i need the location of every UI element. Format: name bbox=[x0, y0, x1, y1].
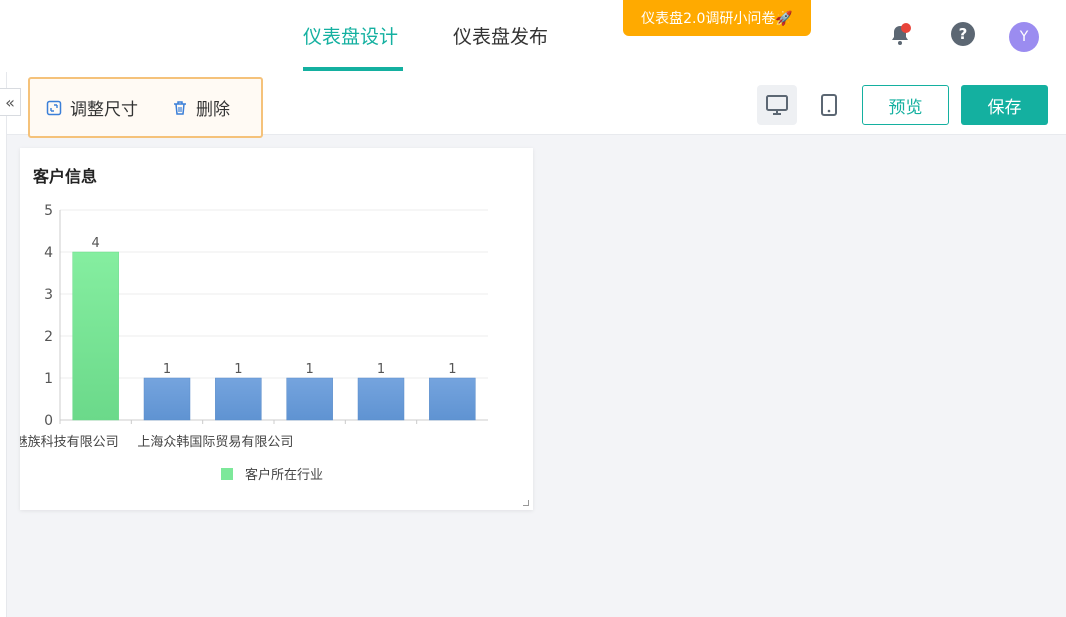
bar bbox=[429, 377, 476, 421]
monitor-icon bbox=[766, 95, 788, 115]
bar bbox=[357, 377, 405, 421]
avatar[interactable]: Y bbox=[1009, 22, 1039, 52]
y-tick-label: 4 bbox=[44, 245, 53, 261]
data-label: 1 bbox=[234, 362, 242, 377]
notification-dot bbox=[901, 23, 911, 33]
bar bbox=[143, 377, 191, 421]
preview-button[interactable]: 预览 bbox=[862, 85, 949, 125]
customer-info-widget[interactable]: 客户信息 0 1 2 3 4 5 4 1 1 1 1 1 魅族科技有限公司 上海众韩国际贸易有限公司 客户所… bbox=[20, 148, 533, 510]
data-label: 1 bbox=[306, 362, 314, 377]
bar-chart: 0 1 2 3 4 5 4 1 1 1 1 1 魅族科技有限公司 上海众韩国际贸易有限公司客户所在行业 bbox=[20, 203, 488, 483]
data-label: 1 bbox=[448, 362, 456, 377]
save-button[interactable]: 保存 bbox=[961, 85, 1048, 125]
widget-resize-handle[interactable] bbox=[523, 500, 529, 506]
y-tick-label: 3 bbox=[44, 287, 53, 303]
legend-swatch bbox=[221, 468, 233, 480]
delete-label: 删除 bbox=[196, 100, 230, 120]
y-tick-label: 2 bbox=[44, 329, 53, 345]
resize-button[interactable]: 调整尺寸 bbox=[46, 95, 138, 120]
y-tick-label: 5 bbox=[44, 203, 53, 219]
x-tick-label: 魅族科技有限公司 bbox=[20, 434, 119, 450]
delete-button[interactable]: 删除 bbox=[172, 95, 230, 120]
sidebar-collapse-button[interactable]: « bbox=[0, 88, 21, 116]
legend-label: 客户所在行业 bbox=[245, 467, 323, 483]
y-tick-label: 0 bbox=[44, 413, 53, 429]
y-tick-label: 1 bbox=[44, 371, 53, 387]
active-tab-indicator bbox=[303, 67, 403, 71]
tablet-view-button[interactable] bbox=[809, 85, 849, 125]
data-label: 4 bbox=[92, 236, 100, 251]
bar bbox=[215, 377, 262, 421]
bar bbox=[286, 377, 333, 421]
tablet-icon bbox=[821, 94, 837, 116]
left-sidebar-strip bbox=[0, 72, 7, 617]
tab-dashboard-publish[interactable]: 仪表盘发布 bbox=[453, 22, 548, 49]
trash-icon bbox=[172, 100, 188, 116]
bar bbox=[72, 251, 119, 421]
data-label: 1 bbox=[163, 362, 171, 377]
survey-banner-button[interactable]: 仪表盘2.0调研小问卷🚀 bbox=[623, 0, 811, 36]
help-icon[interactable]: ? bbox=[951, 22, 975, 46]
data-label: 1 bbox=[377, 362, 385, 377]
resize-label: 调整尺寸 bbox=[70, 100, 138, 120]
tab-dashboard-design[interactable]: 仪表盘设计 bbox=[303, 22, 398, 49]
x-tick-label: 上海众韩国际贸易有限公司 bbox=[137, 435, 293, 450]
resize-icon bbox=[46, 100, 62, 116]
desktop-view-button[interactable] bbox=[757, 85, 797, 125]
